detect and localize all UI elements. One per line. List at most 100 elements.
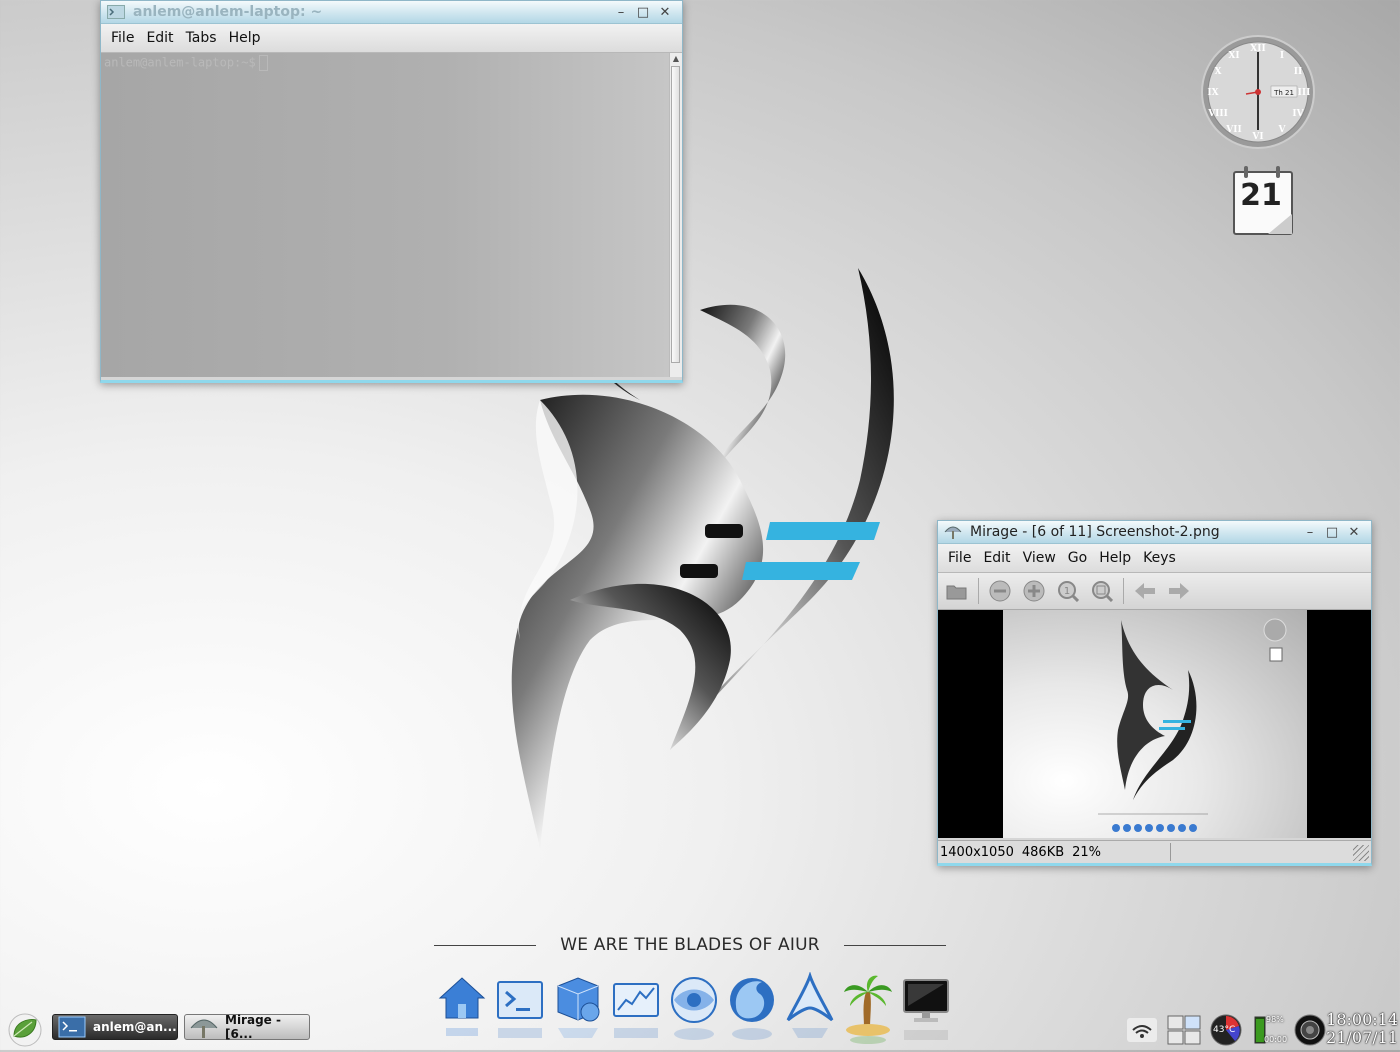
terminal-menubar: File Edit Tabs Help [101, 24, 682, 53]
menu-edit[interactable]: Edit [977, 550, 1016, 566]
mirage-menubar: File Edit View Go Help Keys [938, 544, 1371, 573]
terminal-prompt-line: anlem@anlem-laptop:~$ [104, 55, 268, 71]
taskbar-item-label: anlem@an... [93, 1020, 177, 1034]
image-preview [1003, 610, 1307, 838]
mirage-icon [944, 524, 962, 540]
preview-wallpaper [1098, 618, 1287, 832]
zoom-fit-icon[interactable] [1087, 576, 1117, 606]
maximize-button[interactable]: □ [1321, 525, 1343, 540]
scrollbar-thumb[interactable] [671, 66, 680, 363]
menu-go[interactable]: Go [1062, 550, 1093, 566]
calendar-day: 21 [1240, 178, 1282, 213]
terminal-title: anlem@anlem-laptop: ~ [133, 4, 323, 20]
zoom-100-icon[interactable]: 1 [1053, 576, 1083, 606]
clock-date: Th 21 [1273, 89, 1294, 97]
terminal-cursor [258, 55, 268, 71]
svg-text:X: X [1215, 67, 1222, 77]
svg-text:1: 1 [1064, 586, 1070, 597]
svg-text:VI: VI [1251, 132, 1263, 142]
minimize-button[interactable]: – [1299, 525, 1321, 540]
svg-text:II: II [1294, 67, 1302, 77]
slogan-rule-right [843, 944, 946, 946]
cpu-temperature: 43°C [1213, 1025, 1236, 1035]
calendar-desklet: 21 [1232, 164, 1294, 236]
resize-grip[interactable] [1353, 845, 1369, 861]
slogan-text: WE ARE THE BLADES OF AIUR [560, 935, 820, 955]
terminal-scrollbar[interactable]: ▲ [669, 53, 682, 377]
application-dock [436, 972, 952, 1050]
mirage-statusbar: 1400x1050 486KB 21% [938, 840, 1371, 863]
status-divider [1170, 843, 1171, 861]
home-icon[interactable] [436, 972, 488, 1050]
close-button[interactable]: ✕ [654, 5, 676, 20]
terminal-icon [57, 1016, 87, 1038]
menu-tabs[interactable]: Tabs [180, 30, 223, 46]
status-filesize: 486KB [1021, 844, 1065, 860]
analog-clock-desklet: XIIIII IIIIVV VIVIIVIII IXXXI Th 21 [1201, 35, 1315, 149]
battery-time: 00:00 [1264, 1035, 1288, 1044]
svg-text:XI: XI [1228, 51, 1239, 61]
close-button[interactable]: ✕ [1343, 525, 1365, 540]
svg-text:VIII: VIII [1207, 109, 1228, 119]
taskbar-item-label: Mirage - [6... [225, 1013, 281, 1041]
terminal-prompt: anlem@anlem-laptop:~$ [104, 55, 256, 70]
panel-clock[interactable]: 18:00:14 21/07/11 [1322, 1011, 1398, 1047]
arch-icon[interactable] [784, 972, 836, 1050]
menu-help[interactable]: Help [1093, 550, 1137, 566]
svg-text:III: III [1298, 88, 1311, 98]
svg-text:IV: IV [1292, 109, 1304, 119]
wallpaper-slogan: WE ARE THE BLADES OF AIUR [434, 934, 946, 956]
taskbar-item-terminal[interactable]: anlem@an... [52, 1014, 178, 1040]
previous-icon[interactable] [1130, 576, 1160, 606]
system-tray: 43°C 98% 00:00 [1124, 1012, 1328, 1048]
cpu-temperature-icon: 43°C [1208, 1013, 1244, 1047]
terminal-icon [107, 4, 125, 20]
svg-text:V: V [1278, 125, 1287, 135]
monitor-icon[interactable] [900, 972, 952, 1050]
packages-icon[interactable] [552, 972, 604, 1050]
battery-icon: 98% 00:00 [1250, 1013, 1288, 1047]
status-zoom: 21% [1072, 844, 1102, 860]
minimize-button[interactable]: – [610, 5, 632, 20]
terminal-icon[interactable] [494, 972, 546, 1050]
taskbar-item-mirage[interactable]: Mirage - [6... [184, 1013, 310, 1041]
zoom-in-icon[interactable] [1019, 576, 1049, 606]
menu-help[interactable]: Help [223, 30, 267, 46]
wifi-icon[interactable] [1124, 1013, 1160, 1047]
toolbar-separator [1123, 578, 1124, 604]
slogan-rule-left [434, 944, 537, 946]
menu-file[interactable]: File [942, 550, 977, 566]
terminal-titlebar[interactable]: anlem@anlem-laptop: ~ – □ ✕ [101, 1, 682, 24]
svg-text:I: I [1280, 51, 1284, 61]
svg-text:VII: VII [1225, 125, 1241, 135]
menu-file[interactable]: File [105, 30, 140, 46]
status-dimensions: 1400x1050 [940, 844, 1014, 860]
next-icon[interactable] [1164, 576, 1194, 606]
menu-edit[interactable]: Edit [140, 30, 179, 46]
open-icon[interactable] [942, 576, 972, 606]
image-viewport[interactable] [938, 610, 1371, 838]
panel-date: 21/07/11 [1326, 1028, 1398, 1047]
maximize-button[interactable]: □ [632, 5, 654, 20]
terminal-output[interactable]: anlem@anlem-laptop:~$ [101, 53, 670, 377]
menu-keys[interactable]: Keys [1137, 550, 1182, 566]
firefox-icon[interactable] [726, 972, 778, 1050]
mirage-icon [189, 1016, 219, 1038]
mirage-toolbar: 1 [938, 573, 1371, 610]
battery-percent: 98% [1266, 1015, 1284, 1024]
terminal-window[interactable]: anlem@anlem-laptop: ~ – □ ✕ File Edit Ta… [100, 0, 683, 383]
mirage-title: Mirage - [6 of 11] Screenshot-2.png [970, 524, 1220, 540]
scroll-up-arrow[interactable]: ▲ [670, 53, 682, 65]
zoom-out-icon[interactable] [985, 576, 1015, 606]
browser-icon[interactable] [668, 972, 720, 1050]
panel-time: 18:00:14 [1326, 1010, 1398, 1029]
toolbar-separator [978, 578, 979, 604]
mirage-titlebar[interactable]: Mirage - [6 of 11] Screenshot-2.png – □ … [938, 521, 1371, 544]
palm-tree-icon[interactable] [842, 972, 894, 1050]
mirage-window[interactable]: Mirage - [6 of 11] Screenshot-2.png – □ … [937, 520, 1372, 866]
menu-view[interactable]: View [1017, 550, 1062, 566]
start-menu-button[interactable] [6, 1012, 44, 1048]
workspace-switcher-icon[interactable] [1166, 1013, 1202, 1047]
system-monitor-icon[interactable] [610, 972, 662, 1050]
svg-text:IX: IX [1207, 88, 1218, 98]
